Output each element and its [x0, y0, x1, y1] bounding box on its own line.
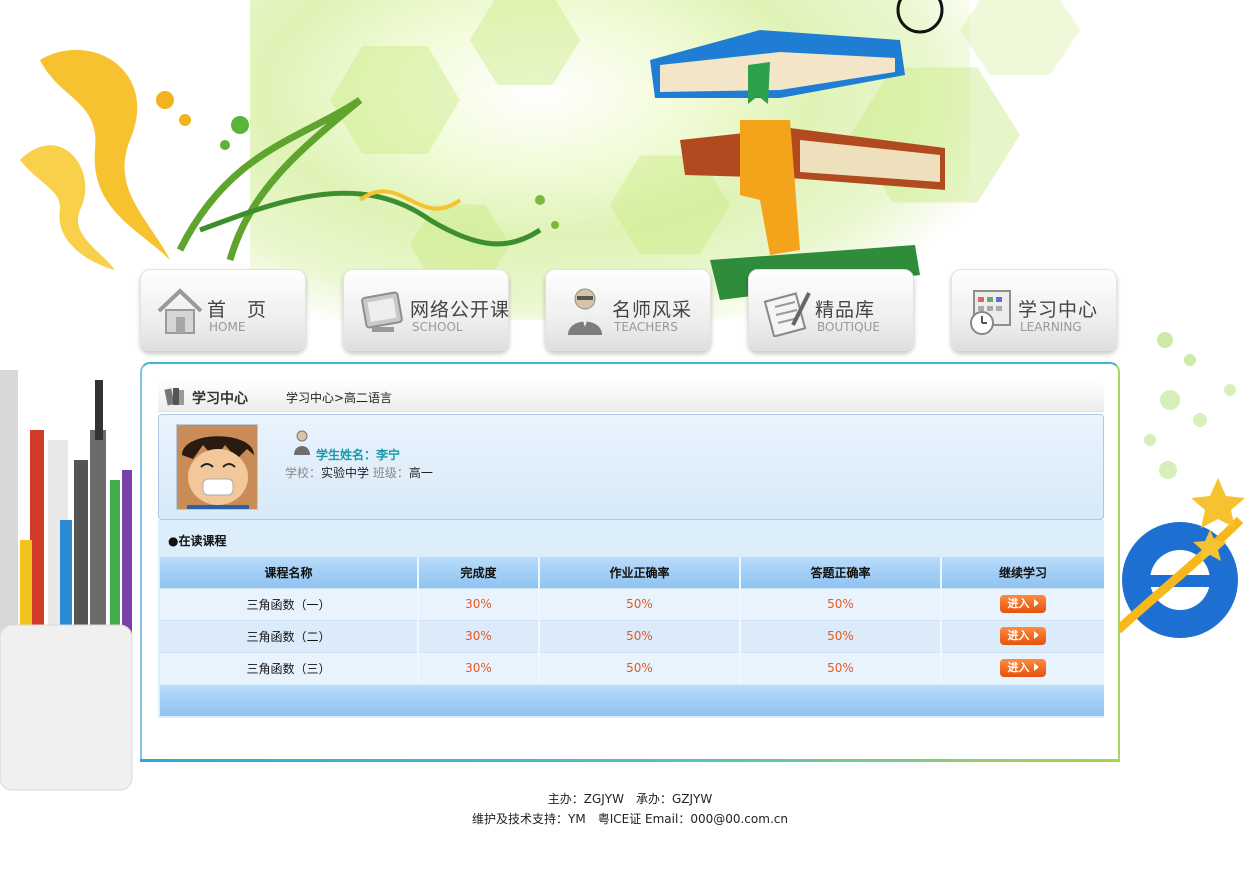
nav-boutique-label: 精品库: [815, 299, 876, 321]
section-title: 学习中心: [192, 391, 248, 407]
avatar: [176, 424, 258, 510]
footer-support: 维护及技术支持：YM 粤ICE证 Email：000@00.com.cn: [472, 812, 788, 826]
course-completion: 30%: [418, 587, 540, 620]
current-courses-section: ●在读课程 课程名称 完成度 作业正确率 答题正确率 继续学习 三角函数（一） …: [158, 520, 1104, 718]
student-details: 学校：实验中学 班级：高一: [285, 464, 433, 481]
arrow-right-icon: [1033, 663, 1039, 672]
enter-course-button[interactable]: 进入: [1000, 595, 1046, 613]
column-header-answer-accuracy: 答题正确率: [740, 557, 942, 588]
arrow-right-icon: [1033, 631, 1039, 639]
teacher-icon: [568, 288, 602, 335]
course-completion: 30%: [418, 651, 540, 684]
nav-learning-label: 学习中心: [1018, 299, 1099, 321]
breadcrumb-path: 学习中心>高二语言: [286, 391, 393, 405]
nav-teachers-sublabel: TEACHERS: [614, 320, 678, 334]
course-answer-accuracy: 50%: [740, 587, 942, 620]
course-completion: 30%: [418, 619, 540, 652]
course-homework-accuracy: 50%: [539, 651, 741, 684]
current-courses-title: ●在读课程: [168, 534, 227, 548]
course-answer-accuracy: 50%: [740, 651, 942, 684]
course-homework-accuracy: 50%: [539, 587, 741, 620]
background-hexagon: [960, 0, 1080, 75]
student-name: 学生姓名：李宁: [316, 448, 401, 462]
course-name: 三角函数（一）: [160, 587, 419, 620]
table-row: 三角函数（二） 30% 50% 50% 进入: [160, 619, 1104, 652]
course-action-cell: 进入: [941, 619, 1104, 652]
column-header-completion: 完成度: [418, 557, 540, 588]
enter-course-button[interactable]: 进入: [1000, 659, 1046, 678]
column-header-continue: 继续学习: [941, 557, 1104, 588]
nav-learning[interactable]: 学习中心 LEARNING: [951, 269, 1117, 351]
nav-home-label: 首 页: [207, 299, 268, 321]
table-row: 三角函数（一） 30% 50% 50% 进入: [160, 587, 1104, 620]
notebook-icon: [763, 292, 811, 337]
nav-home-sublabel: HOME: [209, 320, 246, 334]
student-icon: [294, 430, 310, 455]
table-header-row: 课程名称 完成度 作业正确率 答题正确率 继续学习: [160, 557, 1104, 588]
column-header-course-name: 课程名称: [160, 557, 419, 588]
nav-school[interactable]: 网络公开课 SCHOOL: [343, 269, 509, 351]
courses-table: 课程名称 完成度 作业正确率 答题正确率 继续学习 三角函数（一） 30% 50…: [160, 557, 1104, 684]
enter-course-button[interactable]: 进入: [1000, 627, 1046, 645]
panel-divider: [140, 759, 1120, 762]
footer-sponsors: 主办：ZGJYW 承办：GZJYW: [547, 792, 713, 806]
monitor-icon: [361, 291, 403, 332]
course-homework-accuracy: 50%: [539, 619, 741, 652]
course-action-cell: 进入: [941, 651, 1104, 684]
course-name: 三角函数（三）: [160, 651, 419, 684]
background-hexagon: [850, 67, 1020, 203]
avatar-image: [177, 425, 257, 509]
column-header-homework-accuracy: 作业正确率: [539, 557, 741, 588]
background-hexagon: [610, 155, 730, 255]
enter-course-label: 进入: [1007, 661, 1030, 675]
nav-school-label: 网络公开课: [410, 299, 511, 321]
background-hexagon: [470, 0, 580, 85]
class-label: 班级：: [372, 466, 409, 480]
table-row: 三角函数（三） 30% 50% 50% 进入: [160, 651, 1104, 684]
course-answer-accuracy: 50%: [740, 619, 942, 652]
main-navigation: 首 页 HOME 网络公开课 SCHOOL 名师风采 TEACHERS 精品库: [140, 269, 1120, 353]
breadcrumb: 学习中心 学习中心>高二语言: [158, 380, 1104, 412]
class-value: 高一: [408, 466, 433, 480]
enter-course-label: 进入: [1007, 629, 1030, 642]
books-icon: [164, 388, 184, 406]
nav-home[interactable]: 首 页 HOME: [140, 269, 306, 351]
house-icon: [157, 288, 203, 334]
nav-boutique[interactable]: 精品库 BOUTIQUE: [748, 269, 914, 351]
nav-learning-sublabel: LEARNING: [1020, 320, 1082, 334]
calendar-clock-icon: [970, 290, 1011, 335]
nav-boutique-sublabel: BOUTIQUE: [817, 320, 880, 334]
arrow-right-icon: [1033, 599, 1039, 607]
school-label: 学校：: [285, 466, 322, 480]
page-footer: 主办：ZGJYW 承办：GZJYW 维护及技术支持：YM 粤ICE证 Email…: [0, 789, 1248, 829]
school-value: 实验中学: [321, 466, 370, 480]
nav-teachers-label: 名师风采: [612, 299, 693, 321]
course-action-cell: 进入: [941, 587, 1104, 620]
background-hexagon: [330, 46, 460, 154]
course-name: 三角函数（二）: [160, 619, 419, 652]
nav-school-sublabel: SCHOOL: [412, 320, 463, 334]
enter-course-label: 进入: [1007, 597, 1030, 610]
table-footer-bar: [160, 685, 1104, 716]
student-info-card: 学生姓名：李宁 学校：实验中学 班级：高一: [158, 414, 1104, 520]
nav-teachers[interactable]: 名师风采 TEACHERS: [545, 269, 711, 351]
learning-center-panel: 学习中心 学习中心>高二语言 学生姓名：李宁 学校：实验中学 班级：高一 ●在读…: [140, 362, 1120, 762]
